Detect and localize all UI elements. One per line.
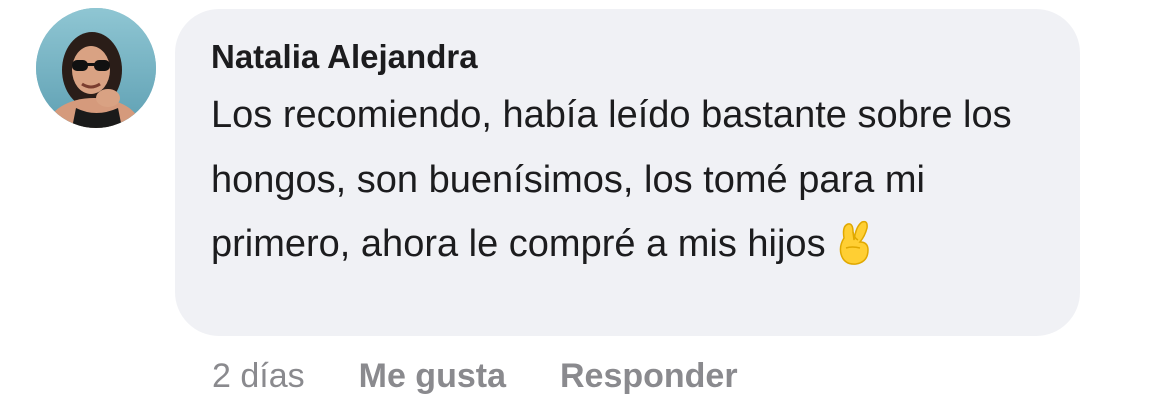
comment-text: Los recomiendo, había leído bastante sob… (211, 94, 1012, 265)
avatar[interactable] (36, 8, 156, 128)
avatar-photo (36, 8, 156, 128)
timestamp: 2 días (212, 356, 305, 395)
crossed-fingers-icon (834, 218, 874, 287)
reply-button[interactable]: Responder (560, 357, 738, 396)
author-name[interactable]: Natalia Alejandra (211, 35, 1044, 79)
comment: Natalia Alejandra Los recomiendo, había … (0, 0, 1170, 419)
comment-text-block: Los recomiendo, había leído bastante sob… (211, 83, 1044, 287)
like-button[interactable]: Me gusta (359, 357, 506, 396)
comment-actions: 2 días Me gusta Responder (212, 354, 738, 398)
comment-bubble: Natalia Alejandra Los recomiendo, había … (175, 9, 1080, 336)
